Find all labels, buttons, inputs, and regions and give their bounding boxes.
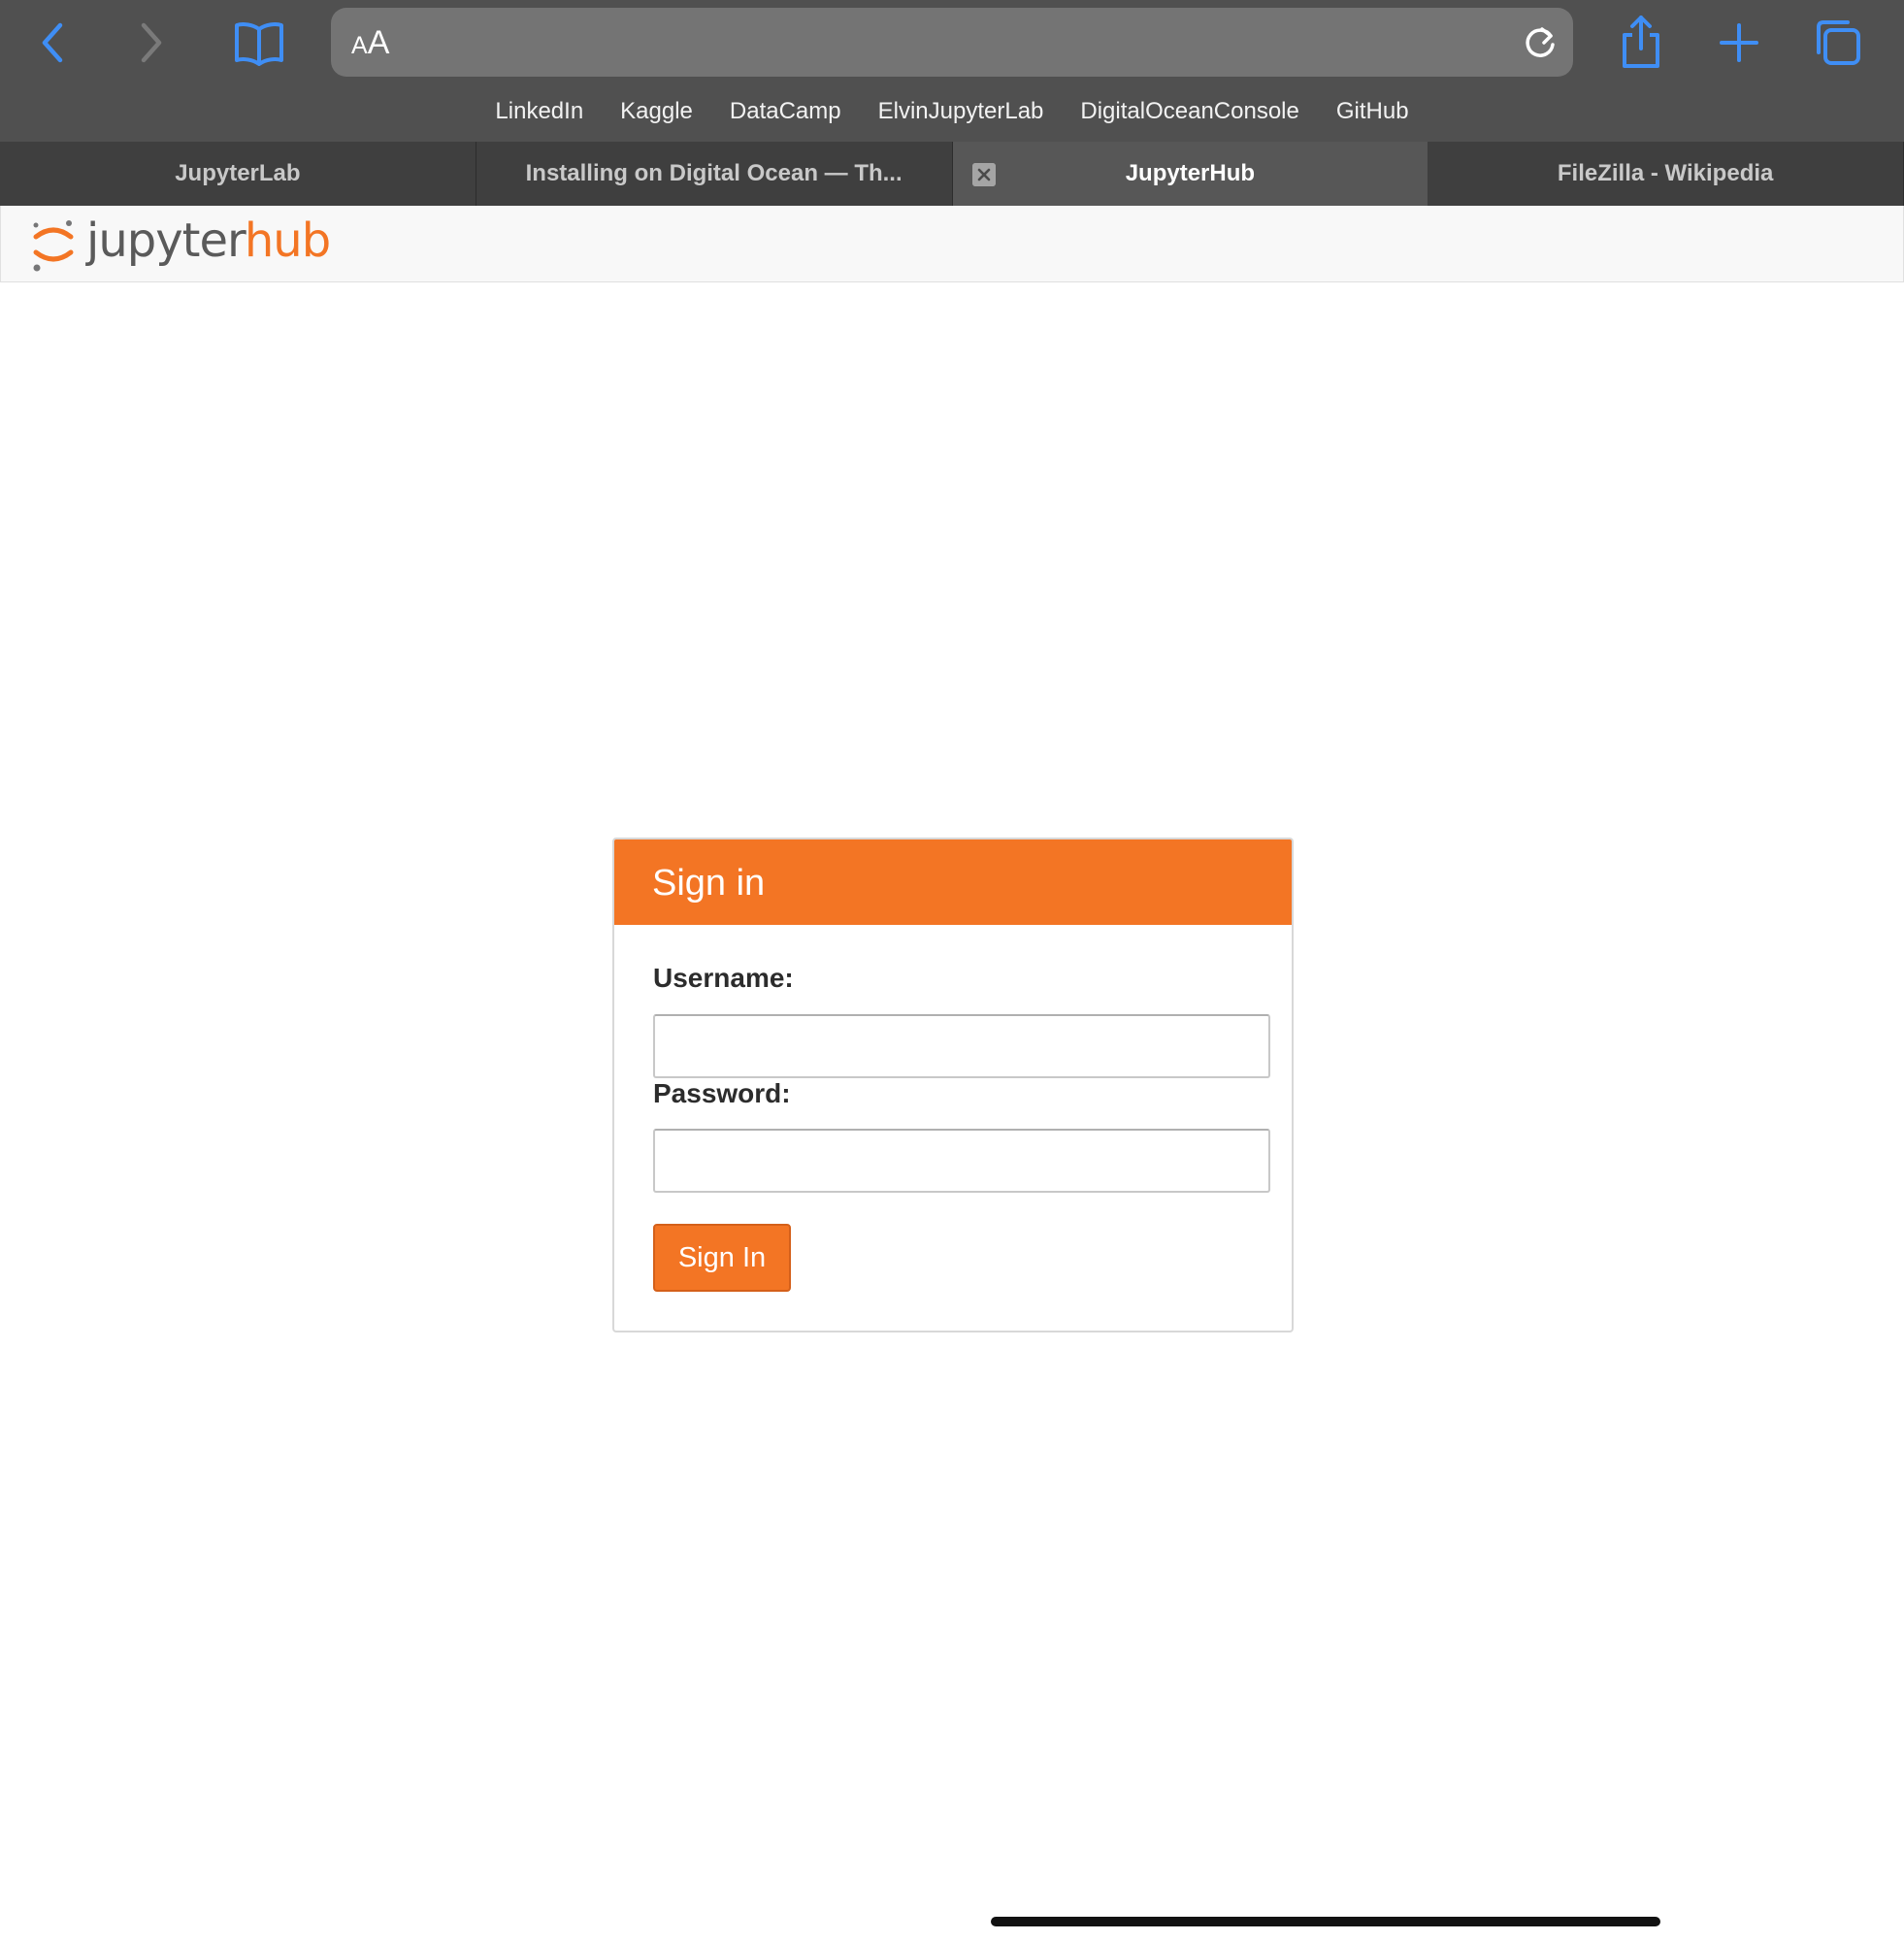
share-icon[interactable] [1619, 14, 1663, 70]
reader-text-size-button[interactable]: AA [351, 8, 389, 77]
jupyterhub-header: jupyterhub [0, 206, 1904, 282]
forward-chevron-icon[interactable] [134, 19, 169, 66]
tab-filezilla-wikipedia[interactable]: FileZilla - Wikipedia [1428, 142, 1904, 206]
jupyter-logo-icon[interactable] [30, 215, 77, 274]
password-input[interactable] [653, 1129, 1270, 1193]
tab-bar: JupyterLab Installing on Digital Ocean —… [0, 142, 1904, 206]
tab-installing-digital-ocean[interactable]: Installing on Digital Ocean — Th... [476, 142, 953, 206]
new-tab-plus-icon[interactable] [1720, 23, 1758, 62]
username-label: Username: [653, 963, 794, 993]
close-tab-icon[interactable] [971, 163, 996, 186]
bookmarks-book-icon[interactable] [233, 19, 285, 66]
address-bar[interactable]: AA [331, 8, 1573, 77]
login-panel: Sign in Username: Password: Sign In [612, 838, 1294, 1332]
username-input[interactable] [653, 1014, 1270, 1078]
login-title: Sign in [614, 839, 1292, 925]
browser-toolbar: AA LinkedIn Kaggle DataCamp ElvinJupyter… [0, 0, 1904, 142]
tab-overview-icon[interactable] [1813, 17, 1863, 68]
bookmark-github[interactable]: GitHub [1336, 93, 1409, 130]
bookmark-datacamp[interactable]: DataCamp [730, 93, 841, 130]
home-indicator [991, 1917, 1660, 1926]
bookmark-elvinjupyterlab[interactable]: ElvinJupyterLab [878, 93, 1044, 130]
tab-jupyterhub[interactable]: JupyterHub [952, 142, 1428, 206]
tab-jupyterlab[interactable]: JupyterLab [0, 142, 476, 206]
sign-in-button[interactable]: Sign In [653, 1224, 791, 1292]
reload-icon[interactable] [1521, 23, 1559, 62]
bookmark-digitaloceanconsole[interactable]: DigitalOceanConsole [1080, 93, 1298, 130]
bookmark-kaggle[interactable]: Kaggle [620, 93, 693, 130]
tab-jupyterhub-label: JupyterHub [1125, 160, 1256, 186]
back-chevron-icon[interactable] [35, 19, 70, 66]
bookmark-linkedin[interactable]: LinkedIn [495, 93, 583, 130]
password-label: Password: [653, 1078, 791, 1108]
jupyterhub-wordmark[interactable]: jupyterhub [86, 214, 331, 268]
favorites-bar: LinkedIn Kaggle DataCamp ElvinJupyterLab… [0, 93, 1904, 130]
